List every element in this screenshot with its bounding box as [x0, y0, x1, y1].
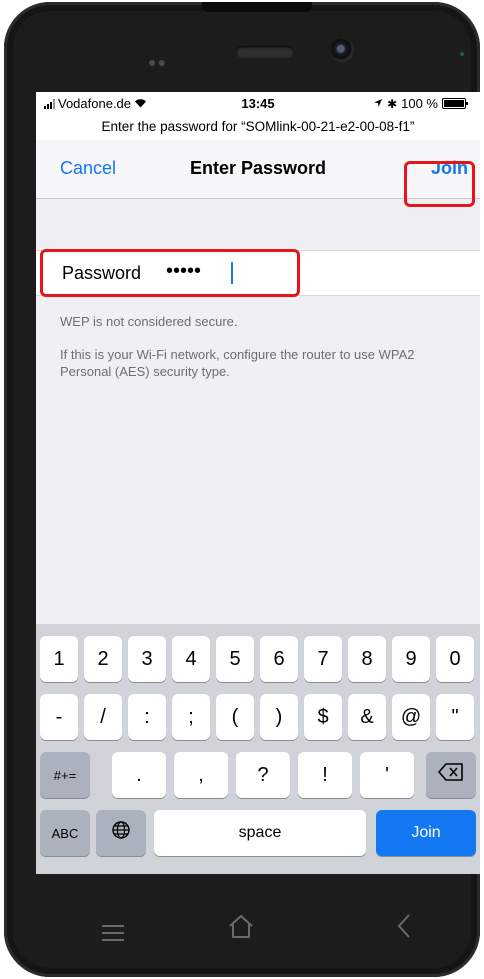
location-icon	[373, 96, 383, 111]
status-bar: Vodafone.de 13:45 ✱ 100 %	[36, 92, 480, 114]
wep-warning: WEP is not considered secure.	[60, 314, 238, 329]
key-colon[interactable]: :	[128, 694, 166, 740]
keyboard-join-key[interactable]: Join	[376, 810, 476, 856]
key-2[interactable]: 2	[84, 636, 122, 682]
key-6[interactable]: 6	[260, 636, 298, 682]
menu-icon[interactable]	[100, 914, 126, 951]
key-9[interactable]: 9	[392, 636, 430, 682]
key-at[interactable]: @	[392, 694, 430, 740]
key-0[interactable]: 0	[436, 636, 474, 682]
bluetooth-icon: ✱	[387, 96, 398, 111]
key-question[interactable]: ?	[236, 752, 290, 798]
sensor-dots: ●●	[148, 54, 167, 70]
navigation-bar: Cancel Enter Password Join	[36, 140, 480, 199]
text-cursor	[231, 262, 233, 284]
key-dollar[interactable]: $	[304, 694, 342, 740]
key-4[interactable]: 4	[172, 636, 210, 682]
key-exclamation[interactable]: !	[298, 752, 352, 798]
key-close-paren[interactable]: )	[260, 694, 298, 740]
symbols-key[interactable]: #+=	[40, 752, 90, 798]
earpiece-speaker	[236, 46, 294, 58]
battery-percent: 100 %	[401, 96, 438, 111]
globe-key[interactable]	[96, 810, 146, 856]
globe-icon	[111, 820, 131, 846]
page-title: Enter Password	[189, 158, 327, 178]
key-period[interactable]: .	[112, 752, 166, 798]
key-ampersand[interactable]: &	[348, 694, 386, 740]
key-comma[interactable]: ,	[174, 752, 228, 798]
password-masked-value: •••••	[166, 260, 202, 282]
back-icon[interactable]	[396, 910, 412, 947]
backspace-icon	[438, 763, 464, 787]
key-hyphen[interactable]: -	[40, 694, 78, 740]
password-label: Password	[62, 263, 142, 283]
phone-top-notch	[202, 2, 312, 12]
keyboard: 1 2 3 4 5 6 7 8 9 0 - / : ; ( ) $ & @ " …	[36, 624, 480, 874]
backspace-key[interactable]	[426, 752, 476, 798]
key-apostrophe[interactable]: '	[360, 752, 414, 798]
key-1[interactable]: 1	[40, 636, 78, 682]
notification-led	[460, 52, 464, 56]
home-icon[interactable]	[226, 910, 256, 947]
key-5[interactable]: 5	[216, 636, 254, 682]
key-slash[interactable]: /	[84, 694, 122, 740]
password-field[interactable]: Password •••••	[36, 250, 480, 296]
key-7[interactable]: 7	[304, 636, 342, 682]
key-3[interactable]: 3	[128, 636, 166, 682]
key-open-paren[interactable]: (	[216, 694, 254, 740]
abc-key[interactable]: ABC	[40, 810, 90, 856]
phone-navigation-keys	[4, 874, 480, 974]
front-camera-icon	[330, 38, 354, 62]
key-quote[interactable]: "	[436, 694, 474, 740]
battery-icon	[442, 98, 468, 109]
security-help-text: If this is your Wi-Fi network, configure…	[60, 347, 415, 379]
join-button[interactable]: Join	[431, 158, 468, 179]
network-prompt: Enter the password for “SOMlink-00-21-e2…	[36, 114, 480, 140]
key-semicolon[interactable]: ;	[172, 694, 210, 740]
space-key[interactable]: space	[154, 810, 366, 856]
key-8[interactable]: 8	[348, 636, 386, 682]
screen: Vodafone.de 13:45 ✱ 100 % Enter the pass…	[36, 92, 480, 874]
